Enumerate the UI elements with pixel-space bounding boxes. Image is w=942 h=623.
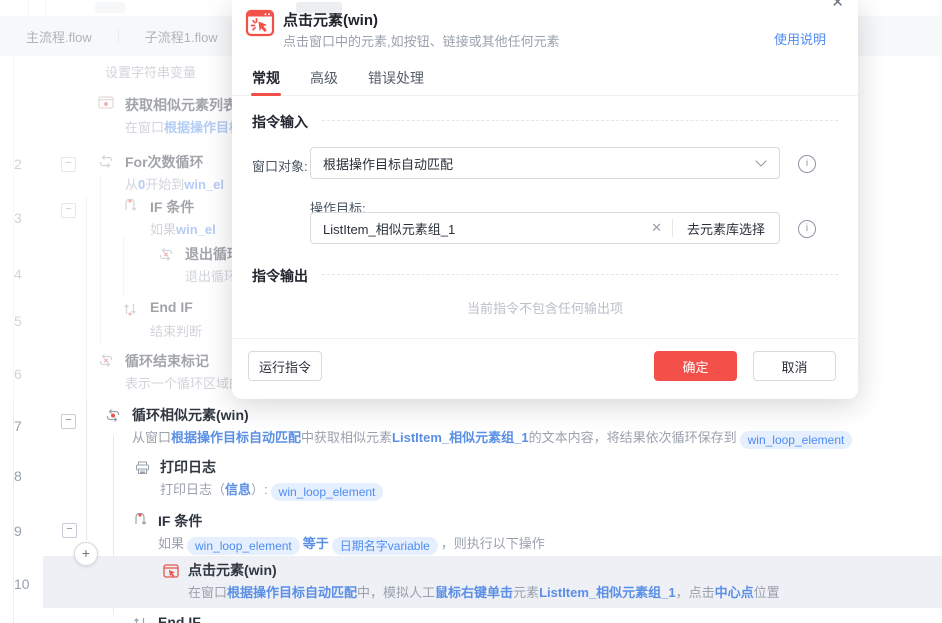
window-object-select[interactable]: 根据操作目标自动匹配 [310,147,780,179]
element-library-button[interactable]: 去元素库选择 [673,219,779,238]
variable-tag[interactable]: win_loop_element [270,483,384,501]
cancel-button[interactable]: 取消 [753,351,836,381]
flow-step-9-title[interactable]: 打印日志 [160,457,216,477]
ok-button[interactable]: 确定 [654,351,737,381]
target-input[interactable]: ListItem_相似元素组_1 ✕ 去元素库选择 [310,212,780,244]
insert-step-button[interactable]: + [74,542,98,566]
click-element-dialog: ✕ 点击元素(win) 点击窗口中的元素,如按钮、链接或其他任何元素 使用说明 … [232,0,858,399]
tab-advanced[interactable]: 高级 [310,68,338,88]
select-value: 根据操作目标自动匹配 [323,156,454,172]
info-icon[interactable]: i [798,220,816,238]
info-icon[interactable]: i [798,155,816,173]
end-if-icon [133,616,150,623]
flow-step-10-subtitle: 如果 win_loop_element 等于 日期名字variable ，则执行以下操作 [158,536,545,555]
dialog-description: 点击窗口中的元素,如按钮、链接或其他任何元素 [283,34,560,49]
run-instruction-button[interactable]: 运行指令 [248,351,322,381]
help-link[interactable]: 使用说明 [774,29,826,48]
tab-general[interactable]: 常规 [251,68,281,96]
chevron-down-icon [755,155,767,167]
minus-icon: − [65,414,72,426]
print-log-icon [135,461,152,476]
section-divider [322,120,838,121]
row-number: 7 [14,418,22,434]
flow-step-8-title[interactable]: 循环相似元素(win) [132,405,249,425]
variable-tag[interactable]: 日期名字variable [331,537,438,555]
input-section-label: 指令输入 [252,114,308,130]
flow-step-8-subtitle: 从窗口根据操作目标自动匹配中获取相似元素ListItem_相似元素组_1的文本内… [132,427,855,449]
input-value: ListItem_相似元素组_1 [323,221,456,237]
tab-error-handling[interactable]: 错误处理 [368,68,424,88]
row-number: 8 [14,468,22,484]
close-icon[interactable]: ✕ [831,0,844,11]
click-element-icon [163,564,180,579]
collapse-toggle[interactable]: − [61,414,76,429]
app-window: 主流程.flow 子流程1.flow 2 3 4 5 6 7 8 9 10 11… [0,0,942,623]
dialog-tabs: 常规 高级 错误处理 [232,64,858,96]
row-number: 10 [14,576,30,592]
if-condition-icon [133,512,150,528]
flow-step-11-title[interactable]: 点击元素(win) [188,560,277,580]
output-empty-text: 当前指令不包含任何输出项 [466,301,623,316]
minus-icon: − [66,523,73,535]
clear-icon[interactable]: ✕ [641,220,672,236]
output-section-label: 指令输出 [252,268,308,284]
window-object-label: 窗口对象: [252,159,308,174]
plus-icon: + [81,545,91,561]
variable-tag[interactable]: win_loop_element [739,431,853,449]
toolbar-button-fragment[interactable] [296,2,342,13]
flow-step-12-title[interactable]: End IF [158,614,201,623]
flow-step-10-title[interactable]: IF 条件 [158,511,202,531]
collapse-toggle[interactable]: − [62,523,77,538]
footer-divider [232,338,858,339]
flow-step-9-subtitle: 打印日志（信息）: win_loop_element [160,479,386,501]
section-divider [322,274,838,275]
click-element-icon [245,8,275,43]
flow-step-11-subtitle: 在窗口根据操作目标自动匹配中，模拟人工鼠标右键单击元素ListItem_相似元素… [188,585,780,600]
variable-tag[interactable]: win_loop_element [187,537,300,555]
loop-similar-elements-icon [105,409,122,424]
row-number: 9 [14,523,22,539]
